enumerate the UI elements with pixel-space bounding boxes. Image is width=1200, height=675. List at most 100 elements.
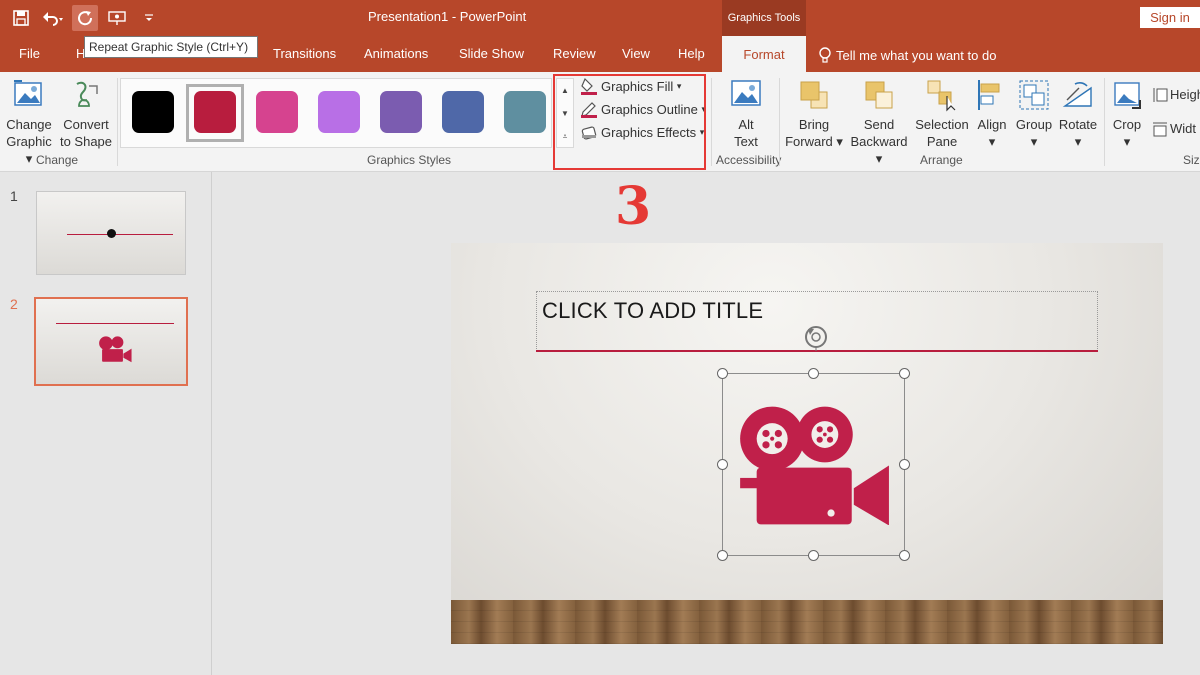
send-backward-label-1: Send [863,117,895,132]
alt-text-label-2: Text [734,134,758,149]
separator [1104,78,1105,166]
convert-shape-label-1: Convert [63,117,109,132]
resize-handle-sw[interactable] [717,550,728,561]
width-field[interactable]: Widt [1152,120,1196,137]
wooden-floor [451,600,1163,644]
tab-slide-show[interactable]: Slide Show [459,46,524,61]
tell-me-label: Tell me what you want to do [836,47,997,63]
tab-transitions[interactable]: Transitions [273,46,336,61]
crop-icon [1114,82,1141,109]
rotate-icon [1062,82,1092,107]
bring-forward-icon [800,81,828,109]
rotate-button[interactable]: Rotate ▾ [1056,78,1100,150]
slide-canvas[interactable]: CLICK TO ADD TITLE [451,243,1163,644]
quick-access-toolbar [8,4,168,32]
thumb-line [56,323,174,324]
tab-view[interactable]: View [622,46,650,61]
step-number: 3 [615,176,652,237]
resize-handle-n[interactable] [808,368,819,379]
tell-me-search[interactable]: Tell me what you want to do [818,46,996,64]
rotate-label: Rotate [1058,117,1098,132]
change-group-label: Change [36,153,79,167]
crop-label: Crop [1112,117,1142,132]
crop-button[interactable]: Crop ▾ [1108,78,1146,150]
separator [117,78,118,166]
slide-thumbnail-2[interactable] [34,297,188,386]
customize-toolbar-icon[interactable] [136,5,162,31]
selection-pane-icon [927,80,956,112]
accessibility-group-label: Accessibility [716,153,782,167]
highlight-box [553,74,706,170]
resize-handle-w[interactable] [717,459,728,470]
change-graphic-label-1: Change [6,117,52,132]
graphics-styles-gallery [120,78,552,148]
tab-review[interactable]: Review [553,46,596,61]
align-label: Align [977,117,1007,132]
slide-thumbnail-pane: 1 2 [0,172,212,675]
graphics-tools-label: Graphics Tools [722,0,806,36]
selection-pane-label-1: Selection [915,117,969,132]
size-group-label: Siz [1183,153,1200,167]
title-bar: Presentation1 - PowerPoint Graphics Tool… [0,0,1200,36]
resize-handle-e[interactable] [899,459,910,470]
convert-shape-icon [76,81,98,107]
bring-forward-label-2: Forward [785,134,833,149]
thumb-line [67,234,173,235]
style-swatch-crimson[interactable] [194,91,236,133]
separator [711,78,712,166]
change-graphic-icon [14,80,42,106]
send-backward-button[interactable]: Send Backward ▾ [846,78,912,167]
tab-format[interactable]: Format [722,36,806,72]
resize-handle-nw[interactable] [717,368,728,379]
height-field[interactable]: Heigh [1152,86,1200,103]
change-graphic-label-2: Graphic [6,134,52,149]
send-backward-icon [865,81,893,109]
style-swatch-violet[interactable] [318,91,360,133]
title-placeholder-text: CLICK TO ADD TITLE [542,298,764,323]
selection-pane-button[interactable]: Selection Pane [912,78,972,150]
save-icon[interactable] [8,5,34,31]
width-label: Widt [1170,121,1196,136]
alt-text-button[interactable]: Alt Text [722,78,770,150]
resize-handle-ne[interactable] [899,368,910,379]
width-icon [1153,122,1167,136]
repeat-icon[interactable] [72,5,98,31]
separator [779,78,780,166]
convert-shape-label-2: to Shape [59,134,113,149]
style-swatch-black[interactable] [132,91,174,133]
tab-help[interactable]: Help [678,46,705,61]
style-swatch-blue[interactable] [442,91,484,133]
bring-forward-button[interactable]: Bring Forward ▾ [784,78,844,150]
arrange-group-label: Arrange [920,153,963,167]
style-swatch-pink[interactable] [256,91,298,133]
resize-handle-se[interactable] [899,550,910,561]
video-camera-icon[interactable] [736,405,891,525]
sign-in-button[interactable]: Sign in [1140,7,1200,28]
selected-graphic-frame[interactable] [722,373,905,556]
graphics-styles-group-label: Graphics Styles [367,153,452,167]
thumb-camera-icon [99,336,132,363]
align-icon [978,80,1000,110]
send-backward-label-2: Backward [850,134,908,149]
rotate-handle-icon[interactable] [802,325,830,351]
style-swatch-teal[interactable] [504,91,546,133]
resize-handle-s[interactable] [808,550,819,561]
tab-animations[interactable]: Animations [364,46,428,61]
slide-thumbnail-1[interactable] [36,191,186,275]
height-icon [1153,87,1168,102]
group-label: Group [1015,117,1053,132]
slide-number-2: 2 [10,296,18,312]
align-button[interactable]: Align ▾ [972,78,1012,150]
tab-file[interactable]: File [19,46,40,61]
selection-pane-label-2: Pane [926,134,958,149]
style-swatch-purple[interactable] [380,91,422,133]
thumb-dot [107,229,116,238]
window-title: Presentation1 - PowerPoint [368,9,527,24]
undo-icon[interactable] [40,5,66,31]
convert-to-shape-button[interactable]: Convert to Shape [58,78,114,150]
present-icon[interactable] [104,5,130,31]
slide-number-1: 1 [10,188,18,204]
alt-text-label-1: Alt [738,117,754,132]
group-button[interactable]: Group ▾ [1012,78,1056,150]
group-icon [1019,80,1049,110]
